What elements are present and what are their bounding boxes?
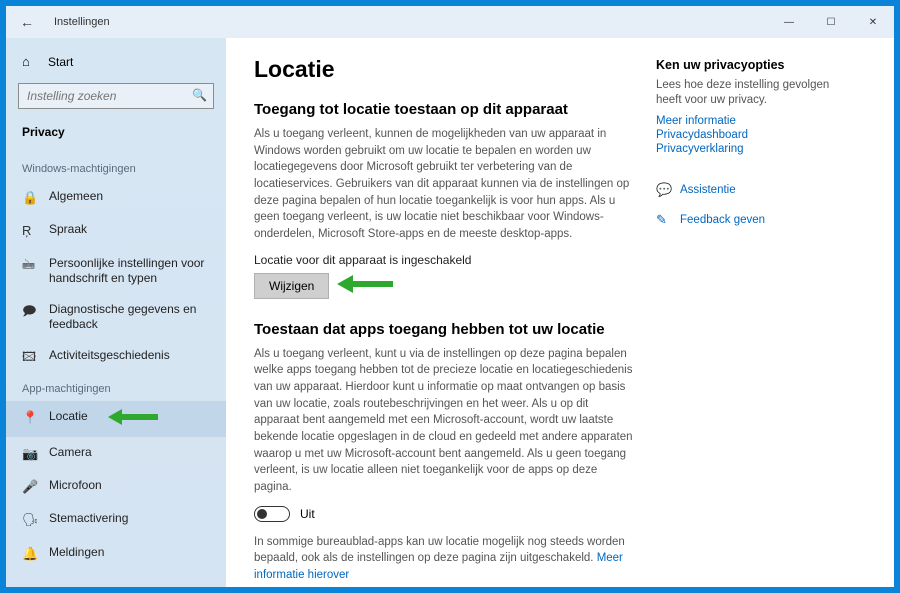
lock-icon: 🔒 <box>22 190 37 206</box>
privacy-dashboard-link[interactable]: Privacydashboard <box>656 128 840 142</box>
annotation-arrow-icon <box>337 275 393 296</box>
feedback-icon: 🗩 <box>22 303 37 319</box>
camera-icon: 📷 <box>22 446 37 462</box>
section1-description: Als u toegang verleent, kunnen de mogeli… <box>254 126 636 243</box>
close-button[interactable]: ✕ <box>852 6 894 38</box>
device-location-status: Locatie voor dit apparaat is ingeschakel… <box>254 253 636 267</box>
back-button[interactable]: ← <box>20 14 40 30</box>
keyboard-icon: 🖮 <box>22 257 37 273</box>
get-help-link[interactable]: 💬 Assistentie <box>656 182 840 198</box>
privacy-options-heading: Ken uw privacyopties <box>656 58 840 72</box>
page-title: Locatie <box>254 56 636 83</box>
sidebar-item-label: Microfoon <box>49 478 102 493</box>
maximize-button[interactable]: ☐ <box>810 6 852 38</box>
sidebar-item-microphone[interactable]: 🎤 Microfoon <box>6 470 226 503</box>
toggle-knob <box>257 509 267 519</box>
app-access-toggle[interactable]: Uit <box>254 506 636 522</box>
search-input[interactable] <box>18 83 214 109</box>
sidebar-item-notifications[interactable]: 🔔 Meldingen <box>6 537 226 570</box>
sidebar-item-label: Camera <box>49 445 92 460</box>
bell-icon: 🔔 <box>22 546 37 562</box>
content-column: Locatie Toegang tot locatie toestaan op … <box>226 38 656 587</box>
sidebar-group-apps: App-machtigingen <box>6 373 226 401</box>
sidebar-current-category: Privacy <box>6 119 226 153</box>
feedback-label: Feedback geven <box>680 214 765 226</box>
section2-description: Als u toegang verleent, kunt u via de in… <box>254 346 636 496</box>
sidebar-home-label: Start <box>48 55 73 69</box>
toggle-label: Uit <box>300 507 315 521</box>
home-icon: ⌂ <box>22 54 36 69</box>
sidebar-item-label: Activiteitsgeschiedenis <box>49 348 170 363</box>
help-label: Assistentie <box>680 184 736 196</box>
sidebar-item-label: Stemactivering <box>49 511 128 526</box>
feedback-icon: ✎ <box>656 212 670 228</box>
sidebar-item-speech[interactable]: Ŗ Spraak <box>6 214 226 247</box>
section1-heading: Toegang tot locatie toestaan op dit appa… <box>254 101 636 118</box>
sidebar-item-label: Persoonlijke instellingen voor handschri… <box>49 256 210 286</box>
speech-icon: Ŗ <box>22 223 37 239</box>
sidebar-item-label: Diagnostische gegevens en feedback <box>49 302 210 332</box>
toggle-track[interactable] <box>254 506 290 522</box>
minimize-button[interactable]: — <box>768 6 810 38</box>
give-feedback-link[interactable]: ✎ Feedback geven <box>656 212 840 228</box>
annotation-arrow-icon <box>108 409 158 429</box>
voice-icon: 🗣 <box>22 512 37 528</box>
window-titlebar: ← Instellingen — ☐ ✕ <box>6 6 894 38</box>
microphone-icon: 🎤 <box>22 479 37 495</box>
main-scroll[interactable]: Locatie Toegang tot locatie toestaan op … <box>226 38 894 587</box>
section2-heading: Toestaan dat apps toegang hebben tot uw … <box>254 321 636 338</box>
desktop-apps-note: In sommige bureaublad-apps kan uw locati… <box>254 534 636 584</box>
sidebar-item-label: Algemeen <box>49 189 103 204</box>
sidebar-item-location[interactable]: 📍 Locatie <box>6 401 226 437</box>
sidebar-item-label: Locatie <box>49 409 88 424</box>
location-icon: 📍 <box>22 410 37 426</box>
aside-column: Ken uw privacyopties Lees hoe deze inste… <box>656 38 856 587</box>
sidebar-item-label: Meldingen <box>49 545 104 560</box>
sidebar-item-camera[interactable]: 📷 Camera <box>6 437 226 470</box>
sidebar-group-windows: Windows-machtigingen <box>6 153 226 181</box>
activity-icon: 🖾 <box>22 349 37 365</box>
sidebar-home[interactable]: ⌂ Start <box>6 48 226 75</box>
help-icon: 💬 <box>656 182 670 198</box>
sidebar-item-label: Spraak <box>49 222 87 237</box>
search-wrapper: 🔍 <box>18 83 214 109</box>
sidebar-item-general[interactable]: 🔒 Algemeen <box>6 181 226 214</box>
sidebar-item-activity[interactable]: 🖾 Activiteitsgeschiedenis <box>6 340 226 373</box>
sidebar: ⌂ Start 🔍 Privacy Windows-machtigingen 🔒… <box>6 38 226 587</box>
change-button[interactable]: Wijzigen <box>254 273 329 299</box>
privacy-statement-link[interactable]: Privacyverklaring <box>656 142 840 156</box>
window-title: Instellingen <box>54 16 768 28</box>
sidebar-item-inking[interactable]: 🖮 Persoonlijke instellingen voor handsch… <box>6 248 226 294</box>
privacy-options-sub: Lees hoe deze instelling gevolgen heeft … <box>656 78 840 108</box>
more-info-link[interactable]: Meer informatie <box>656 114 840 128</box>
sidebar-item-voice-activation[interactable]: 🗣 Stemactivering <box>6 503 226 536</box>
sidebar-item-diagnostics[interactable]: 🗩 Diagnostische gegevens en feedback <box>6 294 226 340</box>
